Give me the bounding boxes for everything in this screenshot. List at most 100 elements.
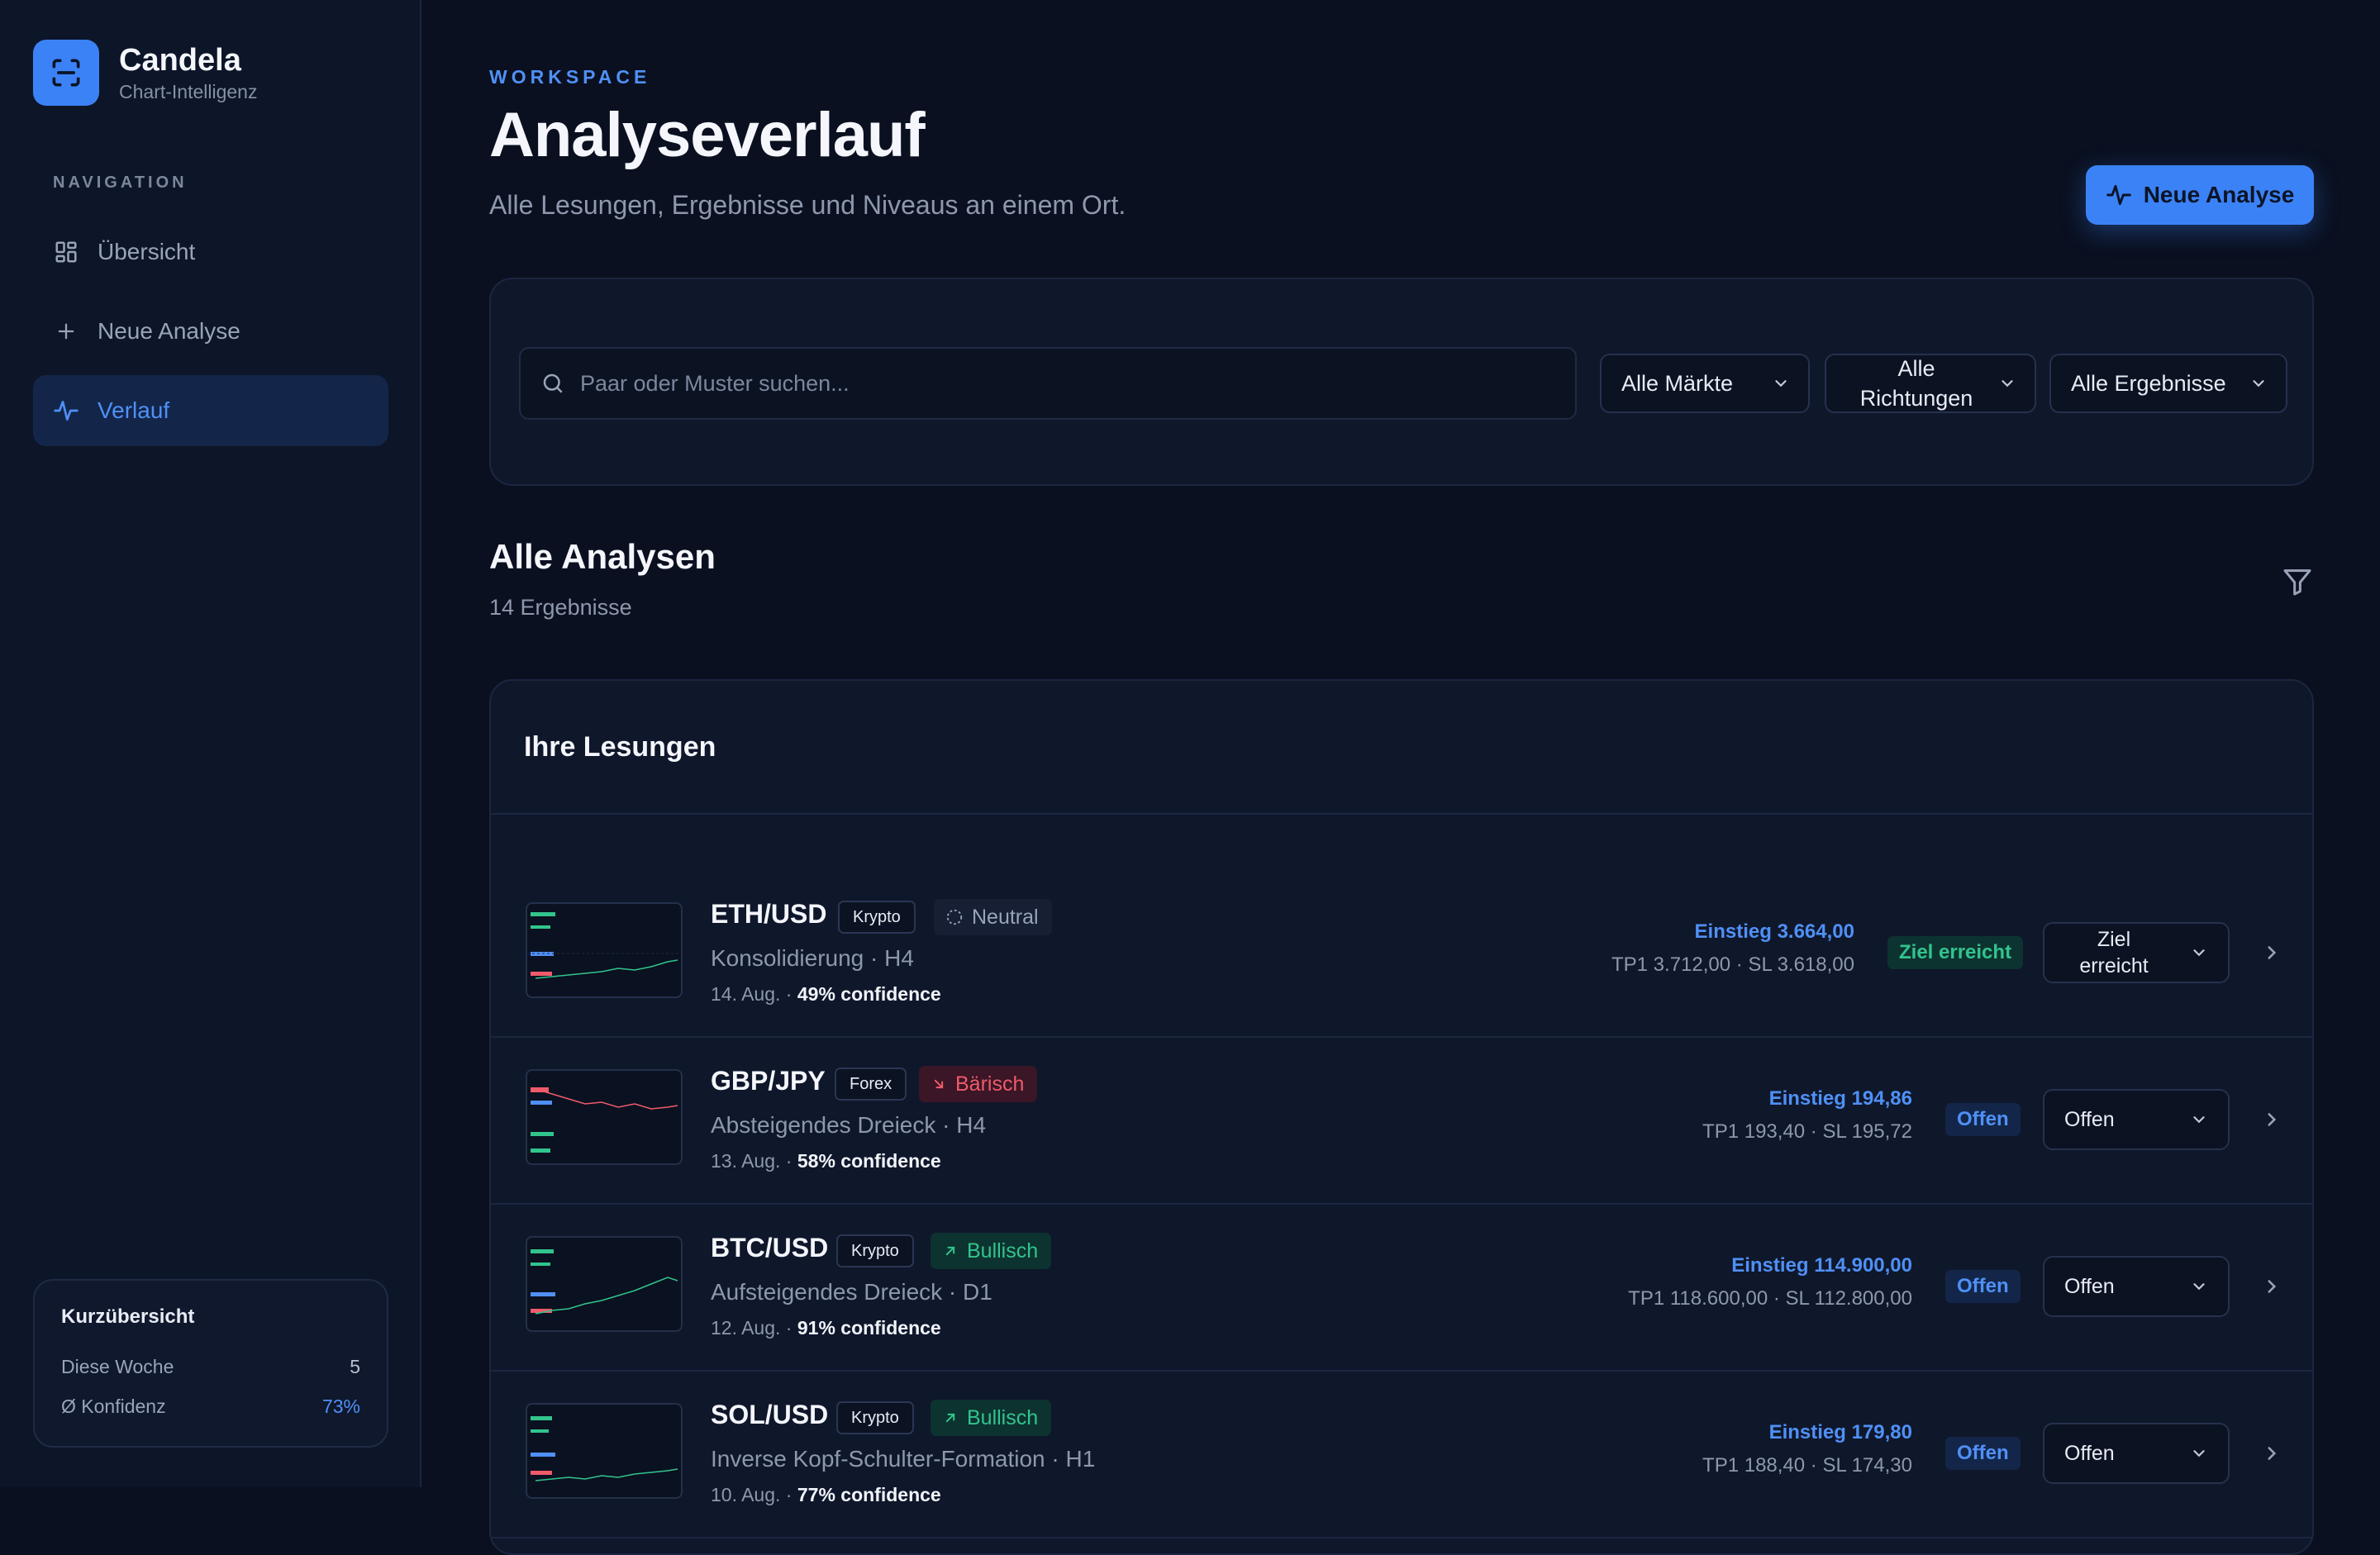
analysis-date: 14. Aug. · bbox=[711, 983, 793, 1005]
search-field[interactable] bbox=[519, 347, 1577, 420]
direction-label: Neutral bbox=[972, 906, 1039, 929]
chevron-right-icon[interactable] bbox=[2259, 1441, 2284, 1466]
target-levels: TP1 188,40 · SL 174,30 bbox=[1702, 1454, 1912, 1477]
pair-name: SOL/USD bbox=[711, 1400, 829, 1429]
market-select-value: Alle Märkte bbox=[1621, 371, 1734, 396]
direction-label: Bullisch bbox=[967, 1406, 1039, 1429]
arrow-up-right-icon bbox=[942, 1410, 959, 1426]
chart-thumbnail bbox=[526, 902, 683, 998]
chevron-right-icon[interactable] bbox=[2259, 1274, 2284, 1299]
summary-value: 73% bbox=[321, 1396, 360, 1417]
eyebrow: WORKSPACE bbox=[489, 66, 651, 88]
entry-price: Einstieg 114.900,00 bbox=[1731, 1254, 1912, 1277]
outcome-select-value: Alle Ergebnisse bbox=[2071, 371, 2226, 396]
summary-title: Kurzübersicht bbox=[61, 1305, 195, 1328]
dashboard-icon bbox=[53, 239, 79, 265]
analysis-row[interactable]: GBP/JPY Forex Bärisch Absteigendes Dreie… bbox=[491, 1038, 2312, 1205]
new-analysis-button[interactable]: Neue Analyse bbox=[2086, 165, 2314, 225]
filter-panel: Alle Märkte Alle Richtungen Alle Ergebni… bbox=[489, 278, 2314, 486]
sidebar: Candela Chart-Intelligenz NAVIGATION Übe… bbox=[0, 0, 421, 1487]
analysis-meta: 13. Aug. · 58% confidence bbox=[711, 1150, 941, 1172]
analysis-meta: 12. Aug. · 91% confidence bbox=[711, 1317, 941, 1339]
brand[interactable]: Candela Chart-Intelligenz bbox=[33, 40, 257, 106]
pattern-label: Inverse Kopf-Schulter-Formation · H1 bbox=[711, 1446, 1096, 1472]
nav-heading: NAVIGATION bbox=[53, 174, 188, 192]
sidebar-item-history[interactable]: Verlauf bbox=[33, 375, 388, 446]
sidebar-item-overview[interactable]: Übersicht bbox=[33, 216, 388, 288]
status-badge: Offen bbox=[1945, 1270, 2021, 1303]
entry-price: Einstieg 194,86 bbox=[1768, 1087, 1912, 1110]
direction-badge: Bullisch bbox=[931, 1400, 1052, 1436]
pattern-label: Aufsteigendes Dreieck · D1 bbox=[711, 1279, 992, 1305]
scan-icon bbox=[33, 40, 99, 106]
chart-thumbnail bbox=[526, 1069, 683, 1165]
summary-label: Ø Konfidenz bbox=[61, 1396, 166, 1417]
outcome-value: Offen bbox=[2064, 1275, 2115, 1298]
activity-icon bbox=[53, 397, 79, 424]
chevron-down-icon bbox=[1998, 374, 2016, 392]
direction-select[interactable]: Alle Richtungen bbox=[1825, 354, 2036, 413]
chevron-down-icon bbox=[2190, 1110, 2208, 1129]
market-select[interactable]: Alle Märkte bbox=[1600, 354, 1810, 413]
analyses-list: Ihre Lesungen ETH/USD Krypto Neutral Kon… bbox=[489, 679, 2314, 1555]
outcome-dropdown[interactable]: Offen bbox=[2043, 1423, 2230, 1484]
outcome-dropdown[interactable]: Ziel erreicht bbox=[2043, 922, 2230, 983]
market-badge: Krypto bbox=[836, 1234, 914, 1267]
summary-label: Diese Woche bbox=[61, 1356, 174, 1377]
chevron-down-icon bbox=[2249, 374, 2268, 392]
search-icon bbox=[540, 371, 565, 396]
result-count: 14 Ergebnisse bbox=[489, 595, 632, 620]
pair-name: GBP/JPY bbox=[711, 1066, 826, 1096]
analysis-row[interactable]: BTC/USD Krypto Bullisch Aufsteigendes Dr… bbox=[491, 1205, 2312, 1372]
search-input[interactable] bbox=[580, 370, 1489, 397]
target-levels: TP1 3.712,00 · SL 3.618,00 bbox=[1611, 953, 1854, 976]
pattern-label: Konsolidierung · H4 bbox=[711, 945, 914, 971]
arrow-up-right-icon bbox=[942, 1243, 959, 1259]
analysis-date: 12. Aug. · bbox=[711, 1317, 793, 1339]
chart-thumbnail bbox=[526, 1403, 683, 1499]
arrow-down-right-icon bbox=[931, 1076, 947, 1092]
analysis-date: 13. Aug. · bbox=[711, 1150, 793, 1172]
chevron-down-icon bbox=[1772, 374, 1790, 392]
chevron-down-icon bbox=[2190, 944, 2208, 962]
market-badge: Krypto bbox=[838, 901, 916, 934]
sidebar-item-label: Verlauf bbox=[98, 397, 170, 423]
summary-row: Diese Woche 5 bbox=[61, 1347, 360, 1386]
app-window: Candela Chart-Intelligenz NAVIGATION Übe… bbox=[0, 0, 2380, 1555]
market-badge: Forex bbox=[835, 1068, 907, 1101]
new-analysis-label: Neue Analyse bbox=[2143, 182, 2295, 207]
analysis-row[interactable]: SOL/USD Krypto Bullisch Inverse Kopf-Sch… bbox=[491, 1372, 2312, 1538]
outcome-value: Offen bbox=[2064, 1442, 2115, 1465]
status-badge: Offen bbox=[1945, 1103, 2021, 1136]
pair-name: BTC/USD bbox=[711, 1233, 829, 1263]
outcome-dropdown[interactable]: Offen bbox=[2043, 1089, 2230, 1150]
analysis-meta: 14. Aug. · 49% confidence bbox=[711, 983, 941, 1006]
sidebar-item-label: Neue Analyse bbox=[98, 318, 240, 344]
chevron-down-icon bbox=[2190, 1277, 2208, 1296]
confidence-value: 49% confidence bbox=[797, 983, 941, 1005]
summary-value: 5 bbox=[350, 1356, 360, 1377]
chevron-right-icon[interactable] bbox=[2259, 1107, 2284, 1132]
page-title: Analyseverlauf bbox=[489, 100, 926, 170]
plus-icon bbox=[53, 318, 79, 345]
sidebar-item-label: Übersicht bbox=[98, 239, 196, 264]
analysis-meta: 10. Aug. · 77% confidence bbox=[711, 1484, 941, 1506]
pair-name: ETH/USD bbox=[711, 899, 827, 929]
confidence-value: 58% confidence bbox=[797, 1150, 941, 1172]
chevron-down-icon bbox=[2190, 1444, 2208, 1462]
brand-name: Candela bbox=[119, 43, 241, 78]
outcome-dropdown[interactable]: Offen bbox=[2043, 1256, 2230, 1317]
loader-icon bbox=[945, 908, 964, 926]
pattern-label: Absteigendes Dreieck · H4 bbox=[711, 1112, 987, 1138]
page-subtitle: Alle Lesungen, Ergebnisse und Niveaus an… bbox=[489, 190, 1126, 220]
sidebar-item-new-analysis[interactable]: Neue Analyse bbox=[33, 296, 388, 367]
brand-subtitle: Chart-Intelligenz bbox=[119, 81, 258, 102]
direction-badge: Bärisch bbox=[919, 1066, 1038, 1102]
chevron-right-icon[interactable] bbox=[2259, 940, 2284, 965]
list-heading: Ihre Lesungen bbox=[491, 681, 2312, 815]
filter-icon[interactable] bbox=[2281, 565, 2314, 598]
outcome-select[interactable]: Alle Ergebnisse bbox=[2049, 354, 2287, 413]
chart-thumbnail bbox=[526, 1236, 683, 1332]
analysis-row[interactable]: ETH/USD Krypto Neutral Konsolidierung · … bbox=[491, 871, 2312, 1038]
activity-icon bbox=[2106, 182, 2132, 208]
